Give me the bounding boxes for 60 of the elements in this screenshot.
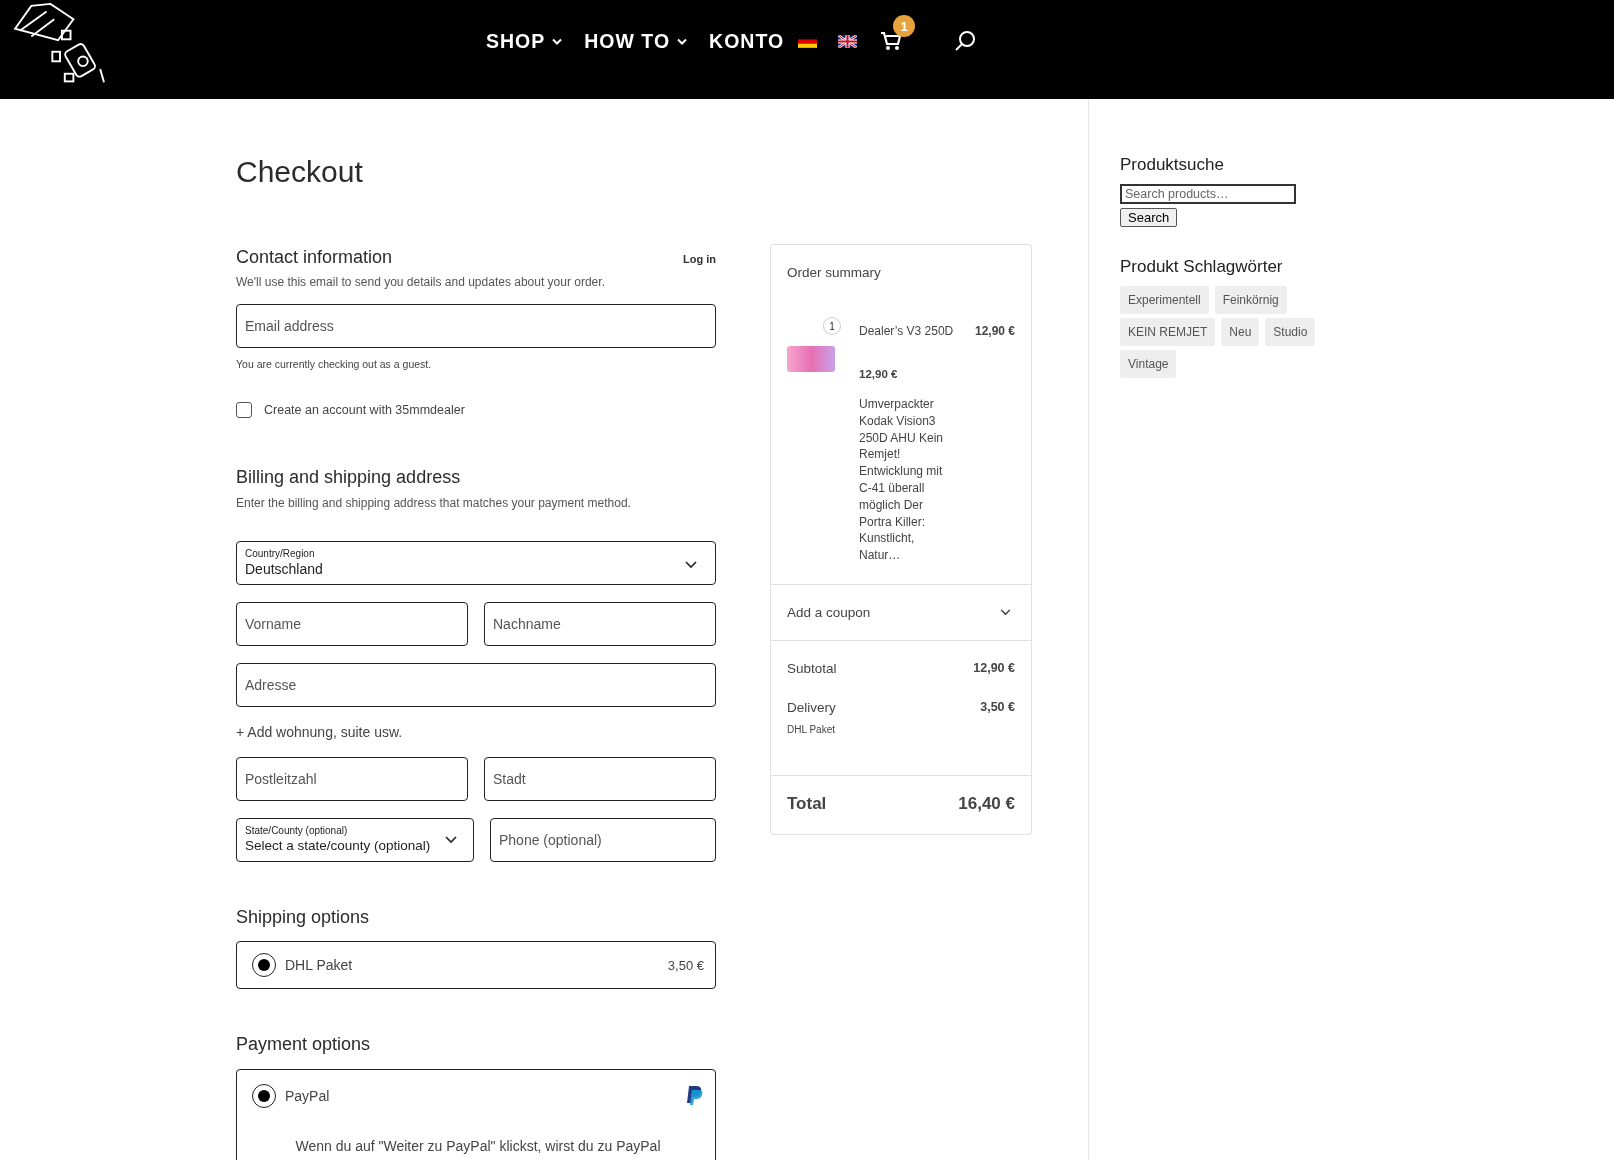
delivery-value: 3,50 € <box>980 699 1015 715</box>
search-field[interactable]: Search products… <box>1120 184 1296 204</box>
total-label: Total <box>787 793 827 814</box>
total-value: 16,40 € <box>958 793 1015 814</box>
log-in-link[interactable]: Log in <box>683 253 716 265</box>
create-account-checkbox[interactable] <box>236 402 252 419</box>
checkbox-label: Create an account with 35mmdealer <box>264 403 465 418</box>
tag-link[interactable]: Vintage <box>1120 350 1177 378</box>
section-description: We'll use this email to send you details and updates about your order. <box>236 275 606 290</box>
caret-icon[interactable] <box>445 835 457 844</box>
delivery-method: DHL Paket <box>787 723 836 735</box>
subtotal-value: 12,90 € <box>973 660 1015 676</box>
delivery-label: Delivery <box>787 699 836 715</box>
section-heading: Contact information <box>236 246 393 269</box>
product-photo-placeholder <box>787 346 835 372</box>
section-heading: Payment options <box>236 1033 372 1057</box>
guest-note: You are currently checking out as a guest. <box>236 358 433 371</box>
input-field[interactable]: Postleitzahl <box>236 756 468 801</box>
payment-note: Wenn du auf "Weiter zu PayPal" klickst, wirst du zu PayPal <box>294 1137 662 1154</box>
caret-icon[interactable] <box>685 560 697 569</box>
section-description: Enter the billing and shipping address that matches your payment method. <box>236 495 632 510</box>
widget-heading: Produkt Schlagwörter <box>1120 257 1283 277</box>
email-field[interactable]: Email address <box>236 304 716 349</box>
add-coupon-toggle[interactable]: Add a coupon <box>771 584 1031 641</box>
tag-link[interactable]: Neu <box>1221 318 1260 346</box>
tag-link[interactable]: Experimentell <box>1120 286 1209 314</box>
subtotal-label: Subtotal <box>787 660 837 676</box>
uk-flag-icon[interactable] <box>838 34 858 48</box>
select-field[interactable]: Country/Region Deutschland <box>236 540 716 585</box>
paypal-logo-icon <box>686 1084 704 1107</box>
nav-link[interactable]: SHOP <box>486 29 563 53</box>
input-field[interactable]: Phone (optional) <box>490 817 716 862</box>
search-icon[interactable] <box>954 30 977 52</box>
product-price: 12,90 € <box>974 324 1015 338</box>
widget-heading: Produktsuche <box>1120 155 1224 175</box>
tag-link[interactable]: Studio <box>1265 318 1316 346</box>
input-field[interactable]: Vorname <box>236 601 468 646</box>
add-address-line-link[interactable]: + Add wohnung, suite usw. <box>236 723 716 740</box>
nav-link[interactable]: KONTO <box>709 29 785 53</box>
input-field[interactable]: Adresse <box>236 662 716 707</box>
payment-method-label: PayPal <box>285 1087 331 1104</box>
quantity-badge: 1 <box>823 317 841 335</box>
search-button[interactable]: Search <box>1120 208 1178 227</box>
nav-link[interactable]: HOW TO <box>584 29 688 53</box>
input-field[interactable]: Nachname <box>484 601 716 646</box>
unit-price: 12,90 € <box>859 368 899 380</box>
caret-icon[interactable] <box>1000 608 1011 616</box>
tag-link[interactable]: Feinkörnig <box>1214 286 1287 314</box>
section-heading: Billing and shipping address <box>236 466 462 490</box>
cart-icon[interactable] <box>880 31 903 51</box>
cart-count-badge: 1 <box>893 15 916 37</box>
tag-link[interactable]: KEIN REMJET <box>1120 318 1216 346</box>
product-name: Dealer’s V3 250D <box>859 324 954 338</box>
order-summary-heading: Order summary <box>787 265 882 280</box>
product-description: Umverpackter Kodak Vision3 250D AHU Kein Remjet! Entwicklung mit C-41 überall möglich Der Portra Killer: Kunstlicht, Natur… <box>859 396 945 564</box>
shipping-option[interactable]: DHL Paket 3,50 € <box>236 941 716 990</box>
page-title: Checkout <box>236 154 364 190</box>
select-field[interactable]: State/County (optional) Select a state/county (optional) <box>236 817 474 862</box>
input-field[interactable]: Stadt <box>484 756 716 801</box>
section-heading: Shipping options <box>236 905 371 929</box>
